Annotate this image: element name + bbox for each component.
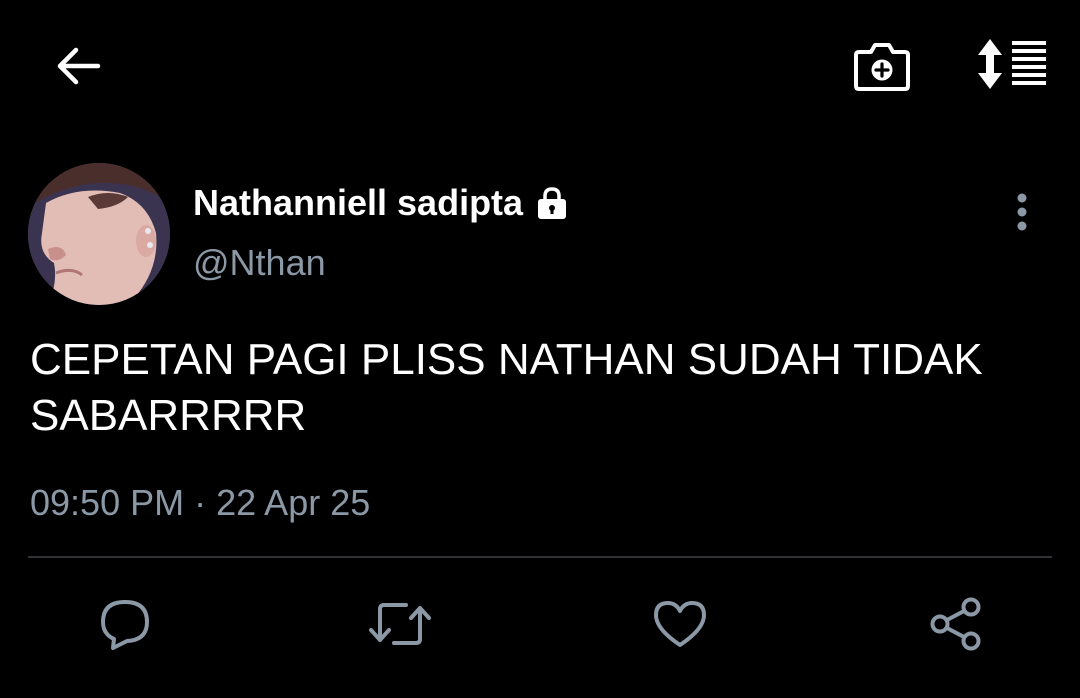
camera-add-icon bbox=[853, 40, 911, 92]
back-button[interactable] bbox=[48, 36, 108, 96]
share-icon bbox=[928, 596, 984, 652]
camera-button[interactable] bbox=[850, 36, 914, 96]
sort-button[interactable] bbox=[972, 34, 1052, 94]
reply-button[interactable] bbox=[95, 594, 155, 654]
tweet-timestamp: 09:50 PM · 22 Apr 25 bbox=[30, 482, 370, 524]
retweet-icon bbox=[368, 599, 432, 649]
arrow-left-icon bbox=[54, 46, 102, 86]
reply-icon bbox=[98, 598, 152, 650]
meta-separator: · bbox=[194, 482, 207, 523]
display-name[interactable]: Nathanniell sadipta bbox=[193, 182, 523, 224]
user-handle[interactable]: @Nthan bbox=[193, 242, 326, 284]
more-vertical-icon bbox=[1016, 192, 1028, 232]
avatar[interactable] bbox=[28, 163, 170, 305]
tweet-date: 22 Apr 25 bbox=[216, 482, 371, 523]
retweet-button[interactable] bbox=[368, 594, 432, 654]
tweet-detail-screen: Nathanniell sadipta @Nthan CEPETAN PAGI … bbox=[0, 0, 1080, 698]
sort-list-icon bbox=[976, 37, 1048, 91]
tweet-time: 09:50 PM bbox=[30, 482, 185, 523]
like-button[interactable] bbox=[650, 594, 710, 654]
more-options-button[interactable] bbox=[1000, 188, 1044, 236]
divider bbox=[28, 556, 1052, 558]
share-button[interactable] bbox=[926, 594, 986, 654]
top-bar bbox=[0, 0, 1080, 130]
heart-icon bbox=[652, 599, 708, 649]
lock-icon bbox=[533, 184, 571, 222]
display-name-row: Nathanniell sadipta bbox=[193, 178, 571, 228]
tweet-text: CEPETAN PAGI PLISS NATHAN SUDAH TIDAK SA… bbox=[30, 335, 983, 440]
